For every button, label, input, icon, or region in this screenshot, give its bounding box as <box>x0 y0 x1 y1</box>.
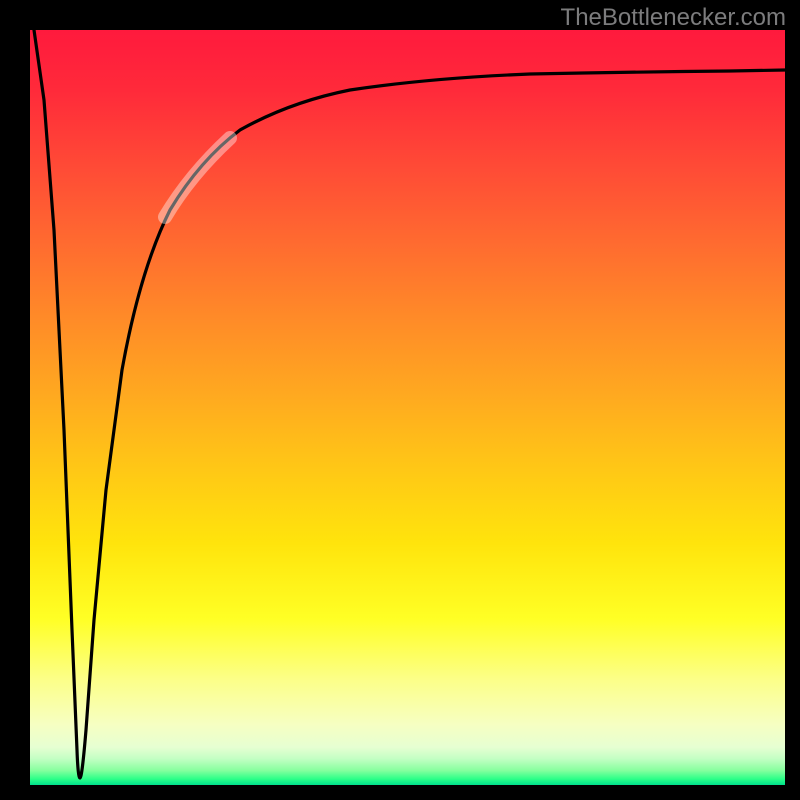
curve-layer <box>30 30 785 785</box>
bottleneck-curve <box>34 30 785 778</box>
plot-area <box>30 30 785 785</box>
curve-highlight-segment <box>165 138 230 217</box>
attribution-text: TheBottlenecker.com <box>561 4 786 32</box>
chart-frame: TheBottlenecker.com <box>0 0 800 800</box>
